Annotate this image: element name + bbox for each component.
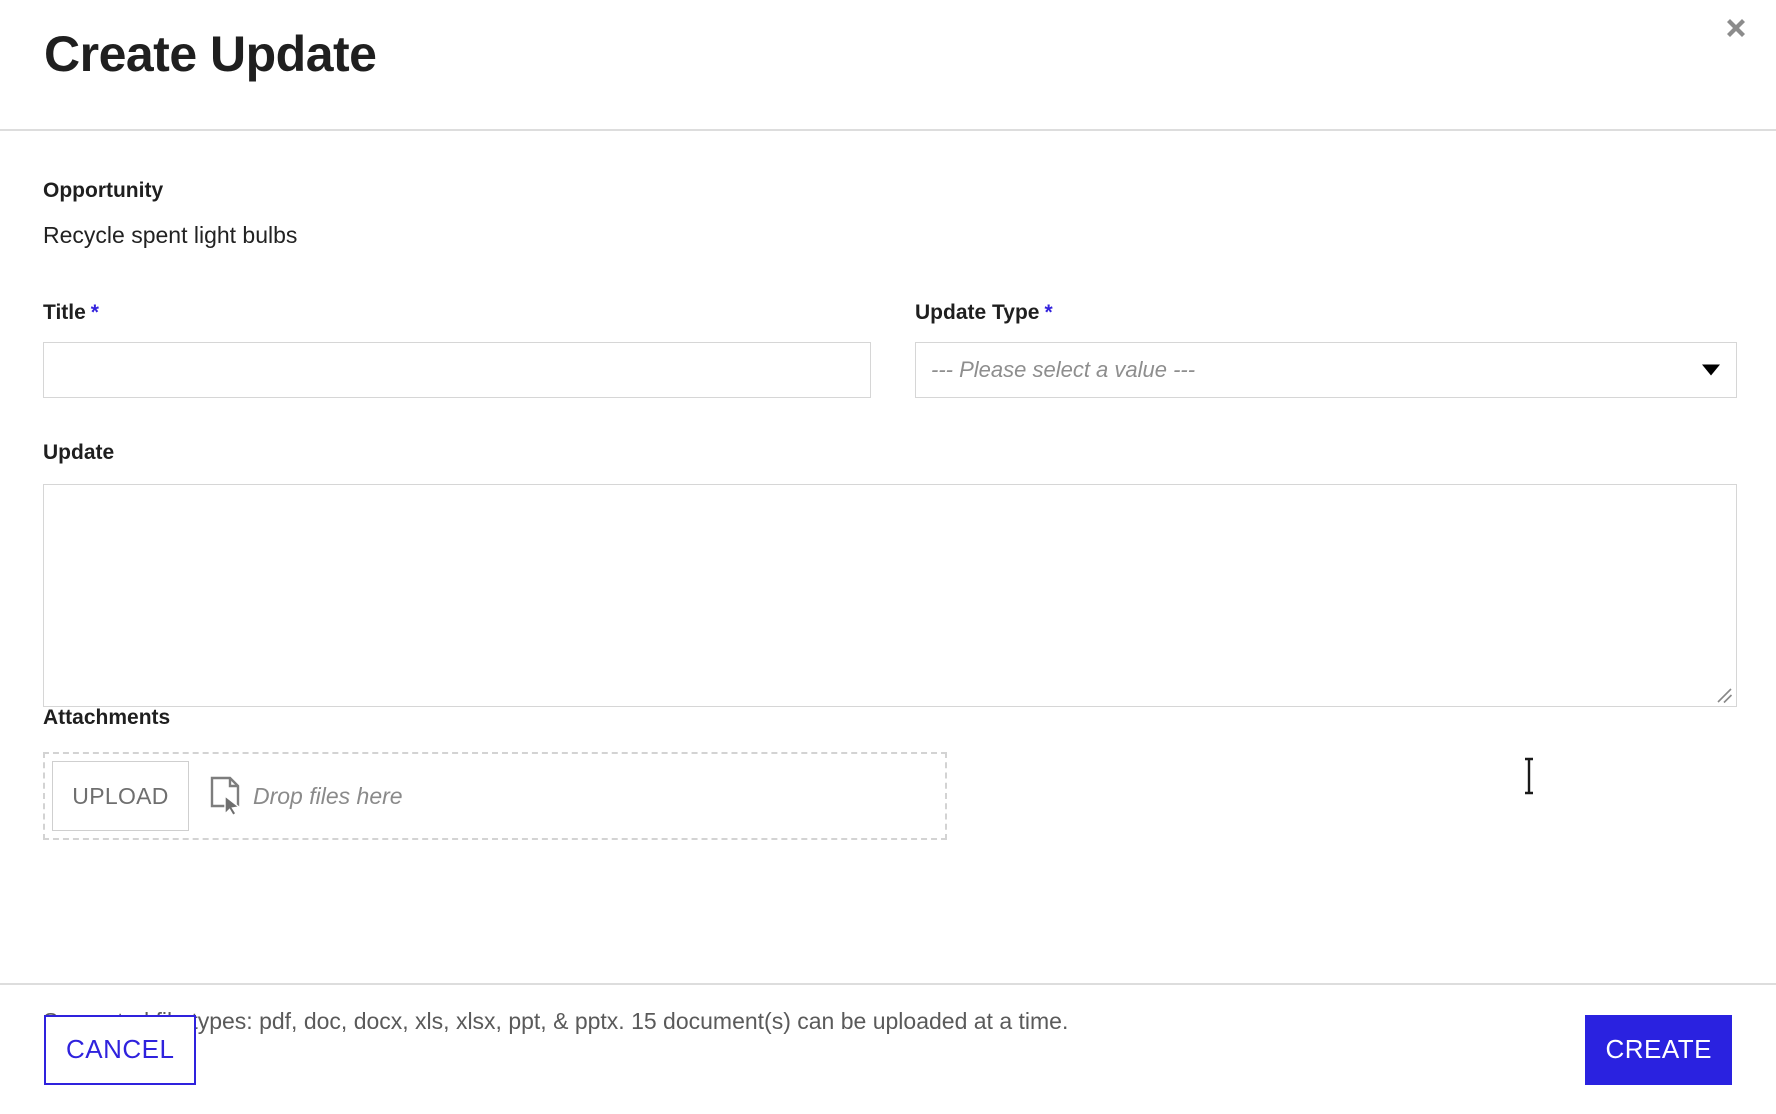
dialog-body: Opportunity Recycle spent light bulbs Ti… — [0, 131, 1776, 1034]
title-and-type-row: Title * Update Type * --- Please select a … — [43, 301, 1737, 398]
update-label: Update — [43, 441, 115, 464]
close-icon-glyph — [1727, 19, 1745, 37]
opportunity-value: Recycle spent light bulbs — [43, 222, 298, 248]
update-field-group: Update — [43, 441, 1737, 795]
dialog-header: Create Update — [0, 0, 1776, 131]
attachments-label: Attachments — [43, 706, 171, 729]
title-field-group: Title * — [43, 301, 915, 398]
opportunity-section: Opportunity Recycle spent light bulbs — [43, 179, 297, 249]
title-label: Title — [43, 301, 86, 324]
cancel-button[interactable]: CANCEL — [44, 1014, 197, 1085]
update-type-selected-value: --- Please select a value --- — [931, 357, 1196, 382]
attachments-section: Attachments UPLOAD Drop files here — [43, 706, 947, 840]
file-dropzone[interactable]: UPLOAD Drop files here — [43, 752, 947, 840]
dropzone-hint-text: Drop files here — [253, 782, 403, 809]
update-type-field-group: Update Type * --- Please select a value -… — [915, 301, 1737, 398]
update-textarea[interactable] — [43, 484, 1737, 707]
create-update-dialog: Create Update Opportunity Recycle spent … — [0, 0, 1776, 1114]
page-title: Create Update — [44, 26, 377, 82]
upload-button[interactable]: UPLOAD — [52, 761, 189, 831]
update-type-required-asterisk: * — [1044, 301, 1053, 324]
title-input[interactable] — [43, 342, 871, 398]
create-button[interactable]: CREATE — [1585, 1014, 1732, 1085]
chevron-down-icon — [1702, 364, 1720, 376]
title-required-asterisk: * — [90, 301, 99, 324]
document-cursor-icon — [210, 776, 241, 816]
text-cursor-icon — [1525, 757, 1533, 795]
close-icon[interactable] — [1714, 6, 1758, 50]
dialog-footer: CANCEL CREATE — [0, 983, 1776, 1114]
opportunity-label: Opportunity — [43, 179, 164, 202]
update-type-select[interactable]: --- Please select a value --- — [915, 342, 1737, 398]
update-type-label: Update Type — [915, 301, 1040, 324]
update-textarea-wrapper — [43, 484, 1737, 795]
